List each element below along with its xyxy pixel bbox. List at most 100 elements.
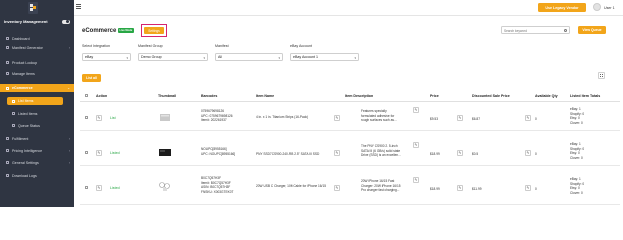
sidebar-item-manifest-generator[interactable]: Manifest Generator ›: [0, 44, 74, 51]
edit-price-icon[interactable]: ✎: [457, 150, 463, 156]
column-header[interactable]: Listed Item Totals: [570, 94, 600, 98]
column-header[interactable]: Barcodes: [201, 94, 217, 98]
select-all-checkbox[interactable]: [85, 94, 88, 97]
manifest-select[interactable]: All ▾: [215, 53, 283, 61]
barcodes-cell: NOUPC[8955166] UPC: NOUPC[8955166]: [201, 147, 235, 156]
edit-discount-icon[interactable]: ✎: [525, 115, 531, 121]
search-input[interactable]: [502, 27, 562, 34]
use-legacy-vendor-button[interactable]: Use Legacy Vendor: [538, 3, 586, 12]
row-checkbox[interactable]: [85, 116, 88, 119]
sidebar-item-manage-items[interactable]: Manage Items: [0, 70, 74, 77]
settings-highlight-box: Settings: [141, 24, 167, 37]
sidebar-item-label: Manifest Generator: [12, 45, 43, 50]
table-row: ✎ Listed B0C7Q57H3F Item#: B0C7Q57H3F AS…: [80, 174, 620, 205]
sidebar-item-fulfillment[interactable]: Fulfillment ›: [0, 135, 74, 142]
edit-icon[interactable]: ✎: [96, 115, 102, 121]
edit-name-icon[interactable]: ✎: [334, 150, 340, 156]
column-header[interactable]: Item Name: [256, 94, 274, 98]
description-line: Pro charger fast charging...: [361, 188, 400, 193]
menu-icon[interactable]: [76, 4, 81, 9]
item-name-cell: 4 in. x 1 in. Titanium Strips (16-Pack): [256, 115, 309, 119]
avatar[interactable]: [593, 3, 601, 11]
edit-description-icon[interactable]: ✎: [413, 177, 419, 183]
ebay-account-value: eBay Account 1: [293, 55, 318, 59]
column-header[interactable]: Thumbnail: [158, 94, 176, 98]
sidebar-item-listed-items[interactable]: Listed Items: [0, 110, 74, 117]
edit-icon[interactable]: ✎: [96, 185, 102, 191]
inventory-management-label: Inventory Management: [4, 19, 48, 24]
edit-description-icon[interactable]: ✎: [413, 142, 419, 148]
view-queue-button[interactable]: View Queue: [578, 26, 606, 34]
status-link[interactable]: Listed: [110, 186, 120, 190]
row-checkbox[interactable]: [85, 186, 88, 189]
price-cell: $18.99: [430, 152, 440, 156]
description-cell: The PNY CS900 2. 5-inch SATA III (6 GB/s…: [361, 144, 401, 158]
sidebar-item-label: Pricing Intelligence: [12, 148, 43, 153]
price-cell: $9.53: [430, 117, 438, 121]
edit-price-icon[interactable]: ✎: [457, 185, 463, 191]
listed-totals-cell: eBay: 1 Shopify: 0 Etsy: 0 Clover: 0: [570, 142, 584, 160]
row-checkbox[interactable]: [85, 151, 88, 154]
edit-name-icon[interactable]: ✎: [334, 185, 340, 191]
manifest-group-select[interactable]: Demo Group ▾: [138, 53, 208, 61]
inventory-toggle[interactable]: [62, 19, 70, 24]
item-name-cell: PNY SSD7CS900-240-RB 2.5" SATA III SSD: [256, 152, 320, 156]
edit-icon[interactable]: ✎: [96, 150, 102, 156]
sidebar-item-ecommerce[interactable]: eCommerce ⌄: [0, 84, 74, 92]
gear-icon: [6, 161, 9, 164]
box-icon: [6, 72, 9, 75]
chevron-right-icon: ›: [68, 160, 70, 165]
barcodes-cell: B0C7Q57H3F Item#: B0C7Q57H3F ASIN: B0C7Q…: [201, 176, 233, 194]
table-row: ✎ Listed NOUPC[8955166] UPC: NOUPC[89551…: [80, 139, 620, 166]
settings-button[interactable]: Settings: [144, 27, 164, 34]
edit-discount-icon[interactable]: ✎: [525, 150, 531, 156]
edit-description-icon[interactable]: ✎: [413, 107, 419, 113]
inventory-management-row: Inventory Management: [4, 18, 70, 25]
grid-view-icon[interactable]: [598, 72, 605, 79]
column-header[interactable]: Price: [430, 94, 439, 98]
sidebar-item-label: General Settings: [12, 160, 39, 165]
sidebar-item-download-logs[interactable]: Download Logs: [0, 172, 74, 179]
total-line: Clover: 0: [570, 120, 583, 125]
chevron-right-icon: ›: [68, 148, 70, 153]
sidebar-item-product-lookup[interactable]: Product Lookup: [0, 59, 74, 66]
column-header[interactable]: Discounted Sale Price: [472, 94, 510, 98]
page-title: eCommerce: [82, 28, 117, 34]
integration-select[interactable]: eBay ▾: [82, 53, 131, 61]
edit-name-icon[interactable]: ✎: [334, 115, 340, 121]
column-header[interactable]: Available Qty: [535, 94, 558, 98]
sidebar-item-dashboard[interactable]: Dashboard: [0, 35, 74, 42]
edit-discount-icon[interactable]: ✎: [525, 185, 531, 191]
ebay-account-label: eBay Account: [290, 44, 312, 48]
sidebar-item-pricing-intelligence[interactable]: Pricing Intelligence ›: [0, 147, 74, 154]
sidebar-item-list-items[interactable]: List Items: [7, 97, 63, 105]
ebay-account-select[interactable]: eBay Account 1 ▾: [290, 53, 359, 61]
manifest-value: All: [218, 55, 222, 59]
status-link[interactable]: Listed: [110, 151, 120, 155]
search-box[interactable]: [501, 26, 570, 34]
description-cell: 20W iPhone 16/15 Fast Charger: 20W iPhon…: [361, 179, 401, 193]
product-thumbnail: [158, 147, 172, 158]
available-qty-cell: 0: [535, 117, 537, 121]
total-line: Clover: 0: [570, 190, 583, 195]
sidebar-item-label: eCommerce: [12, 86, 33, 90]
status-link[interactable]: List: [110, 116, 116, 120]
column-header[interactable]: Action: [96, 94, 107, 98]
user-name[interactable]: User 1: [604, 6, 615, 10]
sidebar-item-general-settings[interactable]: General Settings ›: [0, 159, 74, 166]
item-name-cell: 20W USB C Charger, 10ft Cable for iPhone…: [256, 184, 326, 188]
total-line: Clover: 0: [570, 155, 583, 160]
product-thumbnail: [158, 112, 172, 123]
sidebar-item-queue-status[interactable]: Queue Status: [0, 122, 74, 129]
chart-icon: [6, 149, 9, 152]
chevron-down-icon: ▾: [278, 56, 280, 60]
product-thumbnail: [158, 181, 172, 192]
sidebar-item-label: Fulfillment: [12, 136, 29, 141]
column-header[interactable]: Item Description: [345, 94, 373, 98]
sidebar-item-label: Product Lookup: [12, 60, 38, 65]
search-icon[interactable]: [563, 28, 567, 32]
dashboard-icon: [6, 37, 9, 40]
edit-price-icon[interactable]: ✎: [457, 115, 463, 121]
list-all-button[interactable]: List all: [82, 74, 101, 82]
queue-icon: [12, 124, 15, 127]
